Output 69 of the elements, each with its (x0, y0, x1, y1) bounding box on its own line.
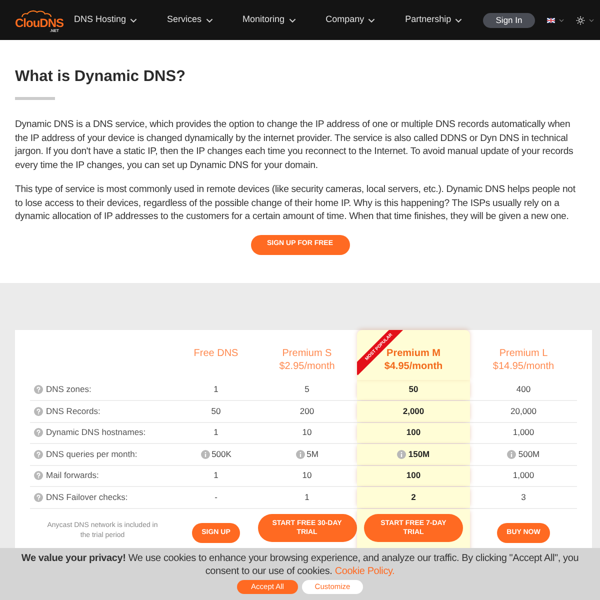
feature-label: Mail forwards: (46, 469, 99, 482)
nav-menu-item[interactable]: Company (326, 13, 376, 27)
plan-name: Free DNS (194, 346, 238, 360)
table-cell: 100 (357, 466, 470, 486)
feature-label: DNS zones: (46, 383, 92, 396)
table-cell: 50 (357, 380, 470, 400)
help-icon[interactable] (34, 428, 43, 438)
help-icon[interactable] (34, 492, 43, 502)
feature-label: DNS Failover checks: (46, 490, 128, 504)
table-cell-text: 5 (304, 383, 310, 396)
help-icon[interactable] (34, 385, 43, 394)
chevron-down-icon (288, 18, 296, 22)
feature-label: DNS queries per month: (46, 448, 138, 461)
chevron-down-icon (206, 18, 213, 22)
table-cell-text: 400 (515, 383, 532, 396)
info-icon[interactable] (296, 450, 305, 459)
plan-name: Premium M (386, 348, 440, 360)
table-cell: 500K (175, 444, 257, 464)
chevron-down-icon (368, 18, 376, 22)
table-cell-text: 3 (520, 490, 527, 504)
info-icon[interactable] (397, 450, 406, 459)
help-icon[interactable] (34, 450, 43, 459)
table-cell-text: 1 (212, 383, 220, 396)
cookie-notice-text: We value your privacy! We use cookies to enhance your browsing experience, and analyze our traffic. By clicking "Accept All", you consent to our use of cookies. Cookie Policy. (20, 552, 580, 578)
table-cell: 100 (357, 422, 470, 443)
body-paragraph: This type of service is most commonly used in remote devices (like security cameras, local servers, etc.). Dynamic DNS helps people not to lose access to their devices, regardless of the possible change of their home IP. Why is this happening? The ISPs usually rely on a dynamic allocation of IP addresses to the customers for a certain amount of time. When that time finishes, they will be given a new one. (15, 183, 576, 224)
help-icon[interactable] (34, 471, 43, 480)
sign-in-button[interactable]: Sign In (483, 12, 535, 28)
table-cell: 150M (357, 444, 470, 464)
logo-text[interactable]: ClouDNS (15, 16, 64, 28)
chevron-down-icon (130, 18, 138, 22)
table-cell-text: 1 (212, 469, 220, 482)
flag-icon (547, 18, 555, 22)
table-cell-text: 20,000 (510, 404, 538, 418)
chevron-down-icon (589, 18, 594, 22)
plan-price: $4.95/month (384, 360, 443, 372)
cookie-policy-link[interactable]: Cookie Policy. (334, 566, 395, 577)
table-cell-text: - (214, 490, 218, 504)
table-cell-text: 1 (304, 490, 310, 504)
nav-menu-item[interactable]: Services (167, 13, 213, 27)
plan-price: $14.95/month (492, 360, 554, 372)
table-cell: 500M (470, 444, 577, 464)
table-cell-text: 1 (212, 426, 220, 440)
info-icon[interactable] (200, 450, 210, 459)
section-title: What is Dynamic DNS? (15, 67, 187, 87)
table-cell-text: 1,000 (512, 426, 536, 440)
nav-menu-item[interactable]: Monitoring (242, 13, 296, 27)
table-cell: 5M (257, 444, 357, 464)
chevron-down-icon (455, 18, 462, 22)
info-icon[interactable] (507, 450, 516, 459)
plan-name: Premium L (499, 346, 548, 360)
chevron-down-icon (559, 18, 564, 22)
table-cell-text: 10 (301, 426, 313, 440)
plan-price: $2.95/month (279, 360, 335, 372)
table-cell-text: 1,000 (512, 469, 536, 482)
plan-name: Premium S (282, 346, 332, 360)
body-paragraph: Dynamic DNS is a DNS service, which provides the option to change the IP address of one or multiple DNS records automatically when the IP address of your device is changed dynamically by the internet provider. The service is also called DDNS or Dyn DNS in technical jargon. If you don't have a static IP, then the IP changes each time you reconnect to the Internet. To avoid manual update of your records every time the IP changes, you can set up Dynamic DNS for your domain. (15, 118, 574, 172)
help-icon[interactable] (34, 406, 43, 416)
nav-menu-item[interactable]: DNS Hosting (74, 13, 138, 27)
nav-menu-item[interactable]: Partnership (405, 13, 462, 27)
feature-label: DNS Records: (46, 404, 100, 418)
table-cell-text: 200 (298, 404, 316, 418)
feature-label: Dynamic DNS hostnames: (46, 426, 146, 440)
table-cell-text: 50 (210, 404, 222, 418)
theme-toggle[interactable] (576, 16, 594, 24)
table-cell-text: 10 (301, 469, 313, 482)
table-cell: 2 (357, 487, 470, 508)
table-cell: 2,000 (357, 401, 470, 422)
language-selector[interactable] (547, 18, 564, 22)
